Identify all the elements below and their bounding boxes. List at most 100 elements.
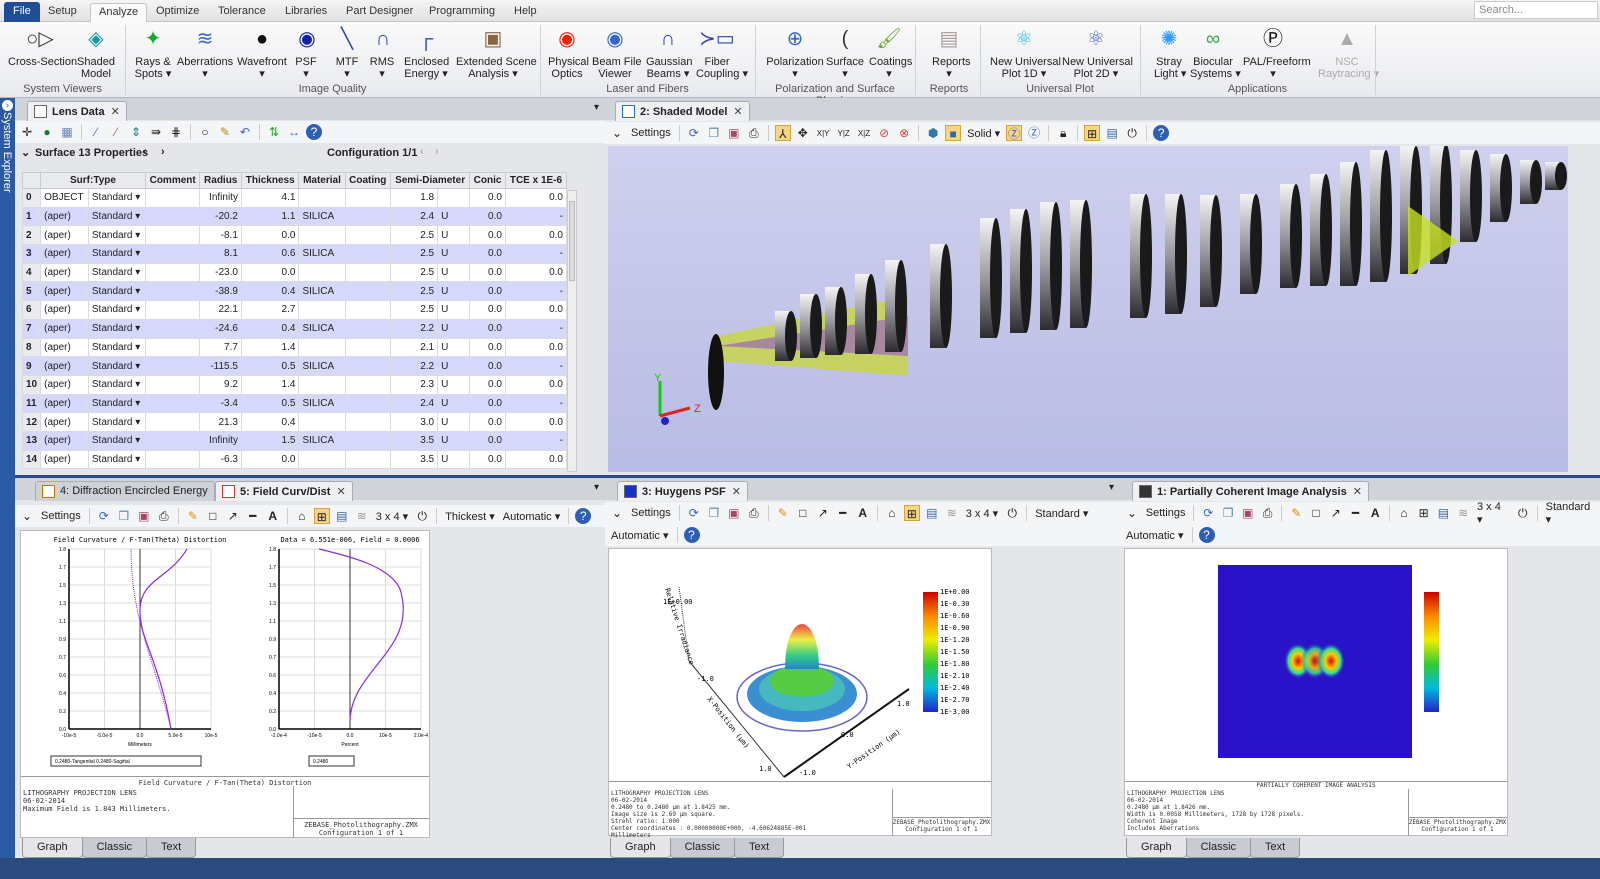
power-icon[interactable]: ⏻	[1515, 505, 1531, 521]
table-cell[interactable]: 21.3	[199, 412, 242, 432]
table-cell[interactable]: 0.0	[469, 356, 506, 376]
view-xz-button[interactable]: X|Z	[856, 129, 872, 138]
standard-dropdown[interactable]: Standard ▾	[1544, 501, 1600, 526]
tab-diffraction-encircled-energy[interactable]: 4: Diffraction Encircled Energy	[35, 481, 215, 501]
table-cell[interactable]: 0.0	[504, 300, 568, 320]
ribbon-btn-psf[interactable]: ◉ PSF ▾	[292, 24, 320, 80]
table-cell[interactable]	[298, 225, 346, 246]
layers-icon[interactable]: ≋	[944, 505, 960, 521]
table-cell[interactable]: SILICA	[298, 281, 346, 302]
table-cell[interactable]: 7.7	[199, 337, 242, 358]
table-cell[interactable]	[298, 412, 346, 432]
table-cell[interactable]: 0.0	[504, 449, 568, 470]
column-header[interactable]: Coating	[344, 172, 391, 189]
table-cell[interactable]	[144, 430, 201, 451]
text-icon[interactable]: A	[265, 508, 281, 524]
table-cell[interactable]	[344, 393, 391, 414]
save-icon[interactable]: ▣	[726, 505, 742, 521]
table-cell[interactable]: (aper)	[40, 356, 89, 376]
table-cell[interactable]: OBJECT	[40, 188, 89, 208]
table-cell[interactable]: 2.5	[389, 262, 439, 283]
ribbon-btn-physical-optics[interactable]: ◉ Physical Optics	[548, 24, 589, 80]
map-icon[interactable]: ▦	[59, 124, 75, 140]
power-icon[interactable]: ⏻	[1004, 505, 1020, 521]
table-cell[interactable]: SILICA	[298, 356, 346, 376]
table-cell[interactable]: 2.2	[389, 318, 439, 339]
add-line-icon[interactable]: ⁄	[88, 124, 104, 140]
column-header[interactable]: Conic	[469, 172, 506, 189]
table-cell[interactable]: 0.0	[469, 262, 506, 283]
table-cell[interactable]: 0.0	[240, 262, 300, 283]
menu-setup[interactable]: Setup	[40, 3, 85, 22]
surface-type-dropdown[interactable]: Standard ▾	[87, 393, 146, 414]
table-cell[interactable]	[144, 318, 201, 339]
table-cell[interactable]: 0.5	[240, 356, 300, 376]
table-cell[interactable]: U	[437, 225, 471, 246]
print-icon[interactable]: ⎙	[746, 505, 762, 521]
next-config-button[interactable]: ›	[435, 146, 439, 158]
table-cell[interactable]	[344, 356, 391, 376]
automatic-dropdown[interactable]: Automatic ▾	[609, 529, 671, 542]
surface-row[interactable]: 10 (aper) Standard ▾ 9.2 1.4 2.3 U 0.0 0.0	[21, 374, 568, 395]
ribbon-btn-universal-plot-1d[interactable]: ⚛ New Universal Plot 1D ▾	[990, 24, 1061, 80]
table-cell[interactable]: U	[437, 430, 471, 451]
ribbon-btn-universal-plot-2d[interactable]: ⚛ New Universal Plot 2D ▾	[1062, 24, 1133, 80]
ribbon-btn-nsc-raytracing[interactable]: ▲ NSC Raytracing ▾	[1318, 24, 1379, 80]
surface-type-dropdown[interactable]: Standard ▾	[87, 356, 146, 376]
table-cell[interactable]: (aper)	[40, 244, 89, 264]
table-cell[interactable]	[344, 430, 391, 451]
refresh-icon[interactable]: ⟳	[96, 508, 112, 524]
table-cell[interactable]: SILICA	[298, 206, 346, 227]
table-cell[interactable]: -38.9	[199, 281, 242, 302]
table-cell[interactable]	[144, 393, 201, 414]
table-cell[interactable]: U	[437, 244, 471, 264]
menu-file[interactable]: File	[4, 2, 40, 22]
column-header[interactable]: Radius	[199, 172, 242, 189]
table-cell[interactable]: 0.0	[469, 300, 506, 320]
table-cell[interactable]: U	[437, 374, 471, 395]
menu-analyze[interactable]: Analyze	[90, 3, 148, 22]
no-rays-icon[interactable]: ⊘	[876, 125, 892, 141]
table-cell[interactable]: (aper)	[40, 374, 89, 395]
layers-icon[interactable]: ≋	[354, 508, 370, 524]
zoom-out-icon[interactable]: Ⓩ	[1026, 125, 1042, 141]
tab-huygens-psf[interactable]: 3: Huygens PSF ✕	[617, 481, 748, 501]
settings-button[interactable]: Settings	[629, 127, 673, 139]
ribbon-btn-enclosed-energy[interactable]: ┌ Enclosed Energy ▾	[404, 24, 449, 80]
prev-config-button[interactable]: ‹	[420, 146, 424, 158]
table-cell[interactable]	[144, 225, 201, 246]
table-cell[interactable]: 0.5	[240, 393, 300, 414]
grid-dropdown[interactable]: 3 x 4 ▾	[964, 507, 1000, 520]
close-icon[interactable]: ✕	[336, 486, 345, 498]
table-cell[interactable]	[344, 337, 391, 358]
tab-classic[interactable]: Classic	[669, 838, 736, 858]
ribbon-btn-fiber-coupling[interactable]: ≻▭ Fiber Coupling ▾	[696, 24, 748, 80]
table-cell[interactable]: U	[437, 318, 471, 339]
help-icon[interactable]: ?	[1153, 125, 1170, 141]
table-cell[interactable]: 2.5	[389, 281, 439, 302]
table-cell[interactable]: (aper)	[40, 262, 89, 283]
table-cell[interactable]	[144, 374, 201, 395]
close-icon[interactable]: ✕	[732, 486, 741, 498]
table-cell[interactable]	[144, 206, 201, 227]
lock-icon[interactable]: 🔒︎	[1055, 125, 1071, 141]
lock-icon[interactable]: ⌂	[1396, 505, 1412, 521]
search-input[interactable]: Search...	[1474, 1, 1598, 19]
table-cell[interactable]: U	[437, 300, 471, 320]
table-cell[interactable]	[144, 262, 201, 283]
copy-icon[interactable]: ❐	[116, 508, 132, 524]
table-cell[interactable]: 0.0	[469, 206, 506, 227]
table-cell[interactable]	[344, 262, 391, 283]
table-cell[interactable]: U	[437, 449, 471, 470]
table-cell[interactable]: 9	[21, 356, 42, 376]
table-cell[interactable]: 0.0	[240, 225, 300, 246]
pickup-icon[interactable]: ⋕	[168, 124, 184, 140]
swap-icon[interactable]: ⇅	[266, 124, 282, 140]
surface-type-dropdown[interactable]: Standard ▾	[87, 318, 146, 339]
surface-row[interactable]: 1 (aper) Standard ▾ -20.2 1.1 SILICA 2.4 U 0.0-	[21, 206, 568, 227]
text-icon[interactable]: A	[1367, 505, 1383, 521]
surface-row[interactable]: 13 (aper) Standard ▾ Infinity 1.5 SILICA 3.5 U 0…	[21, 430, 568, 451]
globe-icon[interactable]: ●	[39, 124, 55, 140]
pencil-icon[interactable]: ✎	[775, 505, 791, 521]
refresh-icon[interactable]: ⟳	[1200, 505, 1216, 521]
